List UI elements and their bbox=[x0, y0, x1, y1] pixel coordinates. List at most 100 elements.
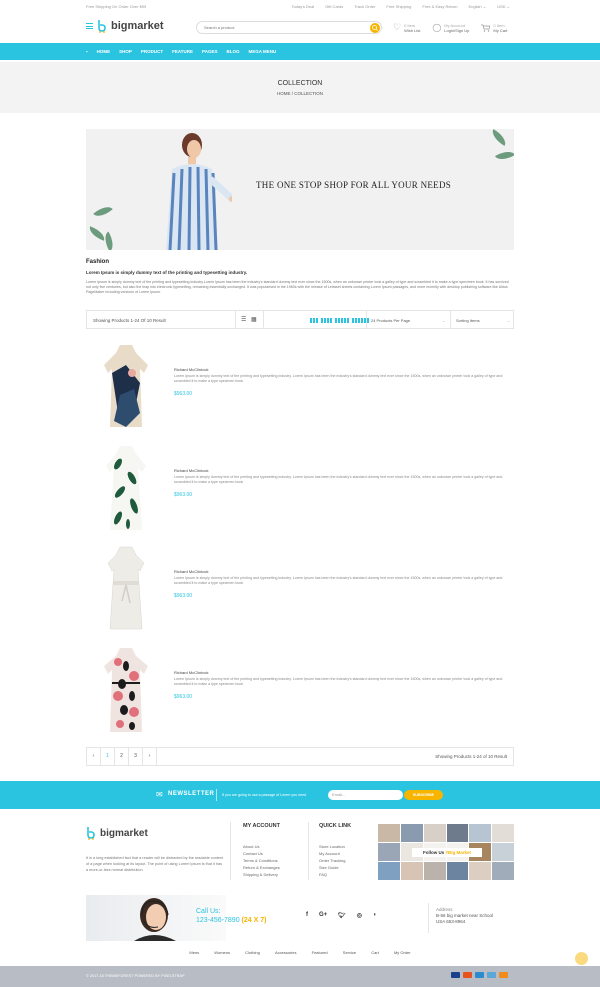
footer-nav-link[interactable]: Accessories bbox=[275, 950, 297, 955]
nav-feature[interactable]: FEATURE bbox=[172, 49, 193, 54]
currency-select[interactable]: USD ⌄ bbox=[497, 4, 510, 9]
footer-nav-link[interactable]: Womens bbox=[214, 950, 230, 955]
menu-icon[interactable] bbox=[86, 23, 93, 29]
footer-nav-link[interactable]: Service bbox=[343, 950, 356, 955]
nav-home[interactable]: HOME bbox=[97, 49, 111, 54]
footer-link[interactable]: My Account bbox=[319, 851, 340, 856]
email-field[interactable]: Email... bbox=[328, 790, 403, 800]
search-bar bbox=[196, 21, 382, 34]
collection-subheading: Lorem Ipsum is simply dummy text of the … bbox=[86, 270, 248, 275]
chevron-down-icon: ⌄ bbox=[506, 4, 510, 9]
top-link-deal[interactable]: Today's Deal bbox=[291, 4, 314, 9]
footer-link[interactable]: Shipping & Delivery bbox=[243, 872, 278, 877]
footer-link[interactable]: Size Guide bbox=[319, 865, 339, 870]
collection-heading: Fashion bbox=[86, 259, 110, 265]
nav-product[interactable]: PRODUCT bbox=[141, 49, 163, 54]
page-2-button[interactable]: 2 bbox=[115, 748, 129, 765]
page-3-button[interactable]: 3 bbox=[129, 748, 143, 765]
product-name[interactable]: Richard McClintock bbox=[174, 569, 208, 574]
footer-link[interactable]: FAQ bbox=[319, 872, 327, 877]
footer-link[interactable]: Store Location bbox=[319, 844, 345, 849]
logo[interactable]: bigmarket bbox=[86, 19, 164, 33]
footer-nav-link[interactable]: Cart bbox=[371, 950, 379, 955]
nav-mega-menu[interactable]: MEGA MENU bbox=[248, 49, 276, 54]
home-icon[interactable]: ▪ bbox=[86, 49, 88, 54]
footer-logo[interactable]: bigmarket bbox=[86, 826, 148, 840]
pagination-result: Showing Products 1-24 of 10 Result bbox=[435, 754, 507, 759]
leaf-decoration bbox=[93, 202, 113, 221]
nav-pages[interactable]: PAGES bbox=[202, 49, 217, 54]
breadcrumb[interactable]: HOME / COLLECTION bbox=[0, 91, 600, 96]
heart-icon: ♡ bbox=[393, 22, 402, 32]
list-view-icon[interactable]: ☰ bbox=[241, 316, 246, 323]
account-button[interactable]: ◯ My Account Login/Sign Up bbox=[432, 22, 469, 33]
top-link-track-order[interactable]: Track Order bbox=[354, 4, 375, 9]
hero-banner: THE ONE STOP SHOP FOR ALL YOUR NEEDS bbox=[86, 129, 514, 250]
gallery-photo bbox=[400, 862, 423, 880]
page-1-button[interactable]: 1 bbox=[101, 748, 115, 765]
footer-divider bbox=[308, 822, 309, 880]
top-link-returns[interactable]: Free & Easy Return bbox=[422, 4, 457, 9]
product-description: Lorem Ipsum is simply dummy text of the … bbox=[174, 576, 503, 585]
grid-column-bar bbox=[367, 318, 369, 323]
subscribe-button[interactable]: SUBSCRIBE bbox=[404, 790, 443, 800]
list-item[interactable]: Richard McClintock Lorem Ipsum is simply… bbox=[86, 646, 514, 738]
per-page-select[interactable]: 24 Products Per Page bbox=[371, 318, 410, 323]
amex-icon bbox=[487, 972, 496, 978]
grid-column-bar bbox=[316, 318, 318, 323]
grid-column-bar bbox=[321, 318, 323, 323]
twitter-icon[interactable]: 🐦︎ bbox=[338, 912, 346, 919]
grid-column-bar bbox=[347, 318, 349, 323]
list-item[interactable]: Richard McClintock Lorem Ipsum is simply… bbox=[86, 545, 514, 637]
grid-column-bar bbox=[352, 318, 354, 323]
product-name[interactable]: Richard McClintock bbox=[174, 468, 208, 473]
top-link-gift-cards[interactable]: Gift Cards bbox=[325, 4, 343, 9]
footer-nav-link[interactable]: My Order bbox=[394, 950, 411, 955]
gallery-photo bbox=[378, 824, 400, 842]
scroll-to-top-button[interactable] bbox=[575, 952, 588, 965]
instagram-icon[interactable]: ◎ bbox=[357, 912, 362, 919]
prev-page-button[interactable]: ‹ bbox=[87, 748, 101, 765]
footer-link[interactable]: Terms & Conditions bbox=[243, 858, 278, 863]
leaf-decoration bbox=[488, 129, 510, 146]
wishlist-button[interactable]: ♡ 0 Item Wish List bbox=[393, 22, 420, 33]
top-bar: Free Shipping On Order Over $99 Today's … bbox=[0, 0, 600, 14]
search-button[interactable] bbox=[370, 23, 380, 33]
footer-link[interactable]: Order Tracking bbox=[319, 858, 345, 863]
top-link-free-shipping[interactable]: Free Shipping bbox=[386, 4, 411, 9]
product-name[interactable]: Richard McClintock bbox=[174, 670, 208, 675]
rss-icon[interactable]: ◗ bbox=[373, 912, 377, 919]
logo-mark-icon bbox=[98, 20, 106, 33]
gallery-photo bbox=[423, 824, 446, 842]
shipping-note: Free Shipping On Order Over $99 bbox=[86, 4, 147, 9]
google-plus-icon[interactable]: G+ bbox=[319, 912, 327, 919]
copyright-bar: © 2017-18 THEMEFOREST POWERED BY PIXELST… bbox=[0, 952, 600, 987]
gallery-photo bbox=[378, 843, 400, 861]
footer-link[interactable]: Contact Us bbox=[243, 851, 263, 856]
facebook-icon[interactable]: f bbox=[306, 912, 308, 919]
footer-divider bbox=[230, 822, 231, 880]
social-links: f G+ 🐦︎ ◎ ◗ bbox=[306, 912, 377, 919]
footer-nav-link[interactable]: Featured bbox=[312, 950, 328, 955]
user-icon: ◯ bbox=[432, 23, 442, 32]
cart-button[interactable]: 0 Item My Cart bbox=[481, 22, 507, 33]
grid-column-bar bbox=[355, 318, 357, 323]
footer-nav-link[interactable]: Mens bbox=[189, 950, 199, 955]
search-input[interactable] bbox=[197, 22, 357, 33]
phone-number[interactable]: 123-456-7890 (24 X 7) bbox=[196, 917, 266, 924]
next-page-button[interactable]: › bbox=[143, 748, 157, 765]
footer-my-account-title: MY ACCOUNT bbox=[243, 823, 280, 829]
nav-shop[interactable]: SHOP bbox=[119, 49, 132, 54]
list-item[interactable]: Richard McClintock Lorem Ipsum is simply… bbox=[86, 444, 514, 536]
footer-link[interactable]: Return & Exchanges bbox=[243, 865, 280, 870]
list-item[interactable]: Richard McClintock Lorem Ipsum is simply… bbox=[86, 343, 514, 435]
footer-nav-link[interactable]: Clothing bbox=[245, 950, 260, 955]
nav-blog[interactable]: BLOG bbox=[226, 49, 239, 54]
gallery-photo bbox=[469, 862, 492, 880]
grid-size-selector[interactable] bbox=[310, 318, 369, 323]
footer-link[interactable]: About Us bbox=[243, 844, 259, 849]
grid-view-icon[interactable]: ▦ bbox=[251, 316, 257, 323]
product-name[interactable]: Richard McClintock bbox=[174, 367, 208, 372]
sort-select[interactable]: Sorting Items bbox=[456, 318, 480, 323]
language-select[interactable]: English ⌄ bbox=[468, 4, 486, 9]
